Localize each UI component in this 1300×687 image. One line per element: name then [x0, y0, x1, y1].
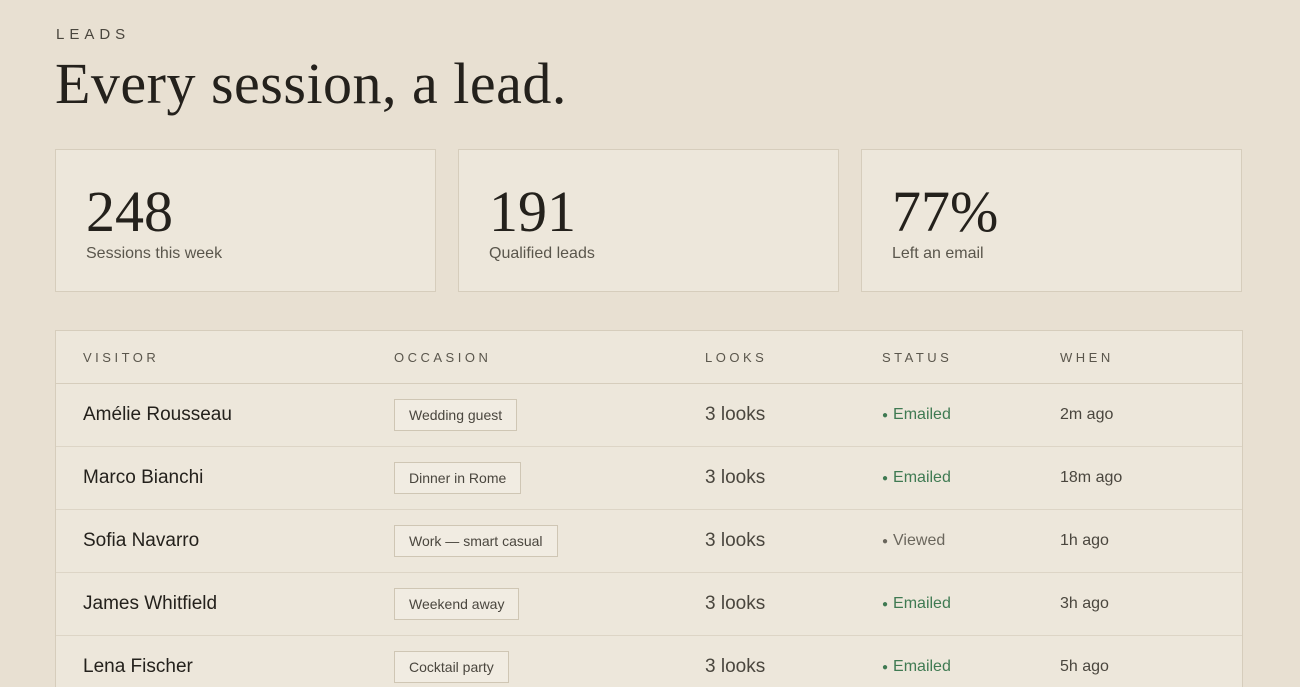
timestamp: 5h ago [1060, 658, 1109, 675]
table-row[interactable]: Marco Bianchi Dinner in Rome 3 looks ● Email… [56, 447, 1242, 510]
status-dot-icon: ● [882, 661, 889, 673]
looks-count[interactable]: 3 looks [705, 384, 765, 446]
occasion-tag: Wedding guest [394, 399, 518, 431]
visitor-name: Marco Bianchi [83, 467, 204, 488]
occasion-cell: Cocktail party [394, 636, 509, 687]
occasion-tag: Dinner in Rome [394, 462, 522, 494]
column-header-when[interactable]: WHEN [1060, 350, 1114, 365]
visitor-name: Sofia Navarro [83, 530, 200, 551]
status-badge: ● Emailed [882, 447, 951, 509]
column-header-status[interactable]: STATUS [882, 350, 952, 365]
table-row[interactable]: Sofia Navarro Work — smart casual 3 looks ●… [56, 510, 1242, 573]
occasion-cell: Dinner in Rome [394, 447, 522, 509]
stat-label: Qualified leads [489, 245, 595, 262]
stat-card-email-rate: 77% Left an email [861, 149, 1242, 292]
table-row[interactable]: Lena Fischer Cocktail party 3 looks ● Emaile… [56, 636, 1242, 687]
status-dot-icon: ● [882, 535, 889, 547]
stat-label: Left an email [892, 245, 984, 262]
stat-value: 248 [86, 179, 173, 244]
occasion-cell: Work — smart casual [394, 510, 558, 572]
table-row[interactable]: Amélie Rousseau Wedding guest 3 looks ● Emai… [56, 384, 1242, 447]
occasion-tag: Weekend away [394, 588, 520, 620]
page-title: Every session, a lead. [55, 51, 567, 116]
occasion-tag: Work — smart casual [394, 525, 558, 557]
status-dot-icon: ● [882, 598, 889, 610]
status-label: Emailed [893, 469, 951, 486]
section-eyebrow: LEADS [56, 26, 131, 43]
timestamp: 2m ago [1060, 406, 1114, 423]
occasion-tag: Cocktail party [394, 651, 509, 683]
leads-table: VISITOR OCCASION LOOKS STATUS WHEN Améli… [55, 330, 1243, 687]
table-header: VISITOR OCCASION LOOKS STATUS WHEN [56, 331, 1242, 384]
status-label: Emailed [893, 406, 951, 423]
occasion-cell: Wedding guest [394, 384, 518, 446]
status-label: Emailed [893, 658, 951, 675]
status-badge: ● Emailed [882, 573, 951, 635]
visitor-name: Lena Fischer [83, 656, 193, 677]
status-badge: ● Emailed [882, 384, 951, 446]
column-header-looks[interactable]: LOOKS [705, 350, 767, 365]
stat-card-qualified: 191 Qualified leads [458, 149, 839, 292]
visitor-name: James Whitfield [83, 593, 218, 614]
status-label: Emailed [893, 595, 951, 612]
column-header-visitor[interactable]: VISITOR [83, 350, 159, 365]
status-label: Viewed [893, 532, 946, 549]
status-dot-icon: ● [882, 472, 889, 484]
looks-count[interactable]: 3 looks [705, 510, 765, 572]
looks-count[interactable]: 3 looks [705, 636, 765, 687]
stat-label: Sessions this week [86, 245, 223, 262]
stat-value: 191 [489, 179, 576, 244]
looks-count[interactable]: 3 looks [705, 447, 765, 509]
stat-value: 77% [892, 179, 999, 244]
stat-card-sessions: 248 Sessions this week [55, 149, 436, 292]
looks-count[interactable]: 3 looks [705, 573, 765, 635]
status-dot-icon: ● [882, 409, 889, 421]
occasion-cell: Weekend away [394, 573, 520, 635]
table-row[interactable]: James Whitfield Weekend away 3 looks ● Email… [56, 573, 1242, 636]
timestamp: 3h ago [1060, 595, 1109, 612]
status-badge: ● Viewed [882, 510, 945, 572]
column-header-occasion[interactable]: OCCASION [394, 350, 491, 365]
status-badge: ● Emailed [882, 636, 951, 687]
timestamp: 1h ago [1060, 532, 1109, 549]
timestamp: 18m ago [1060, 469, 1123, 486]
visitor-name: Amélie Rousseau [83, 404, 232, 425]
